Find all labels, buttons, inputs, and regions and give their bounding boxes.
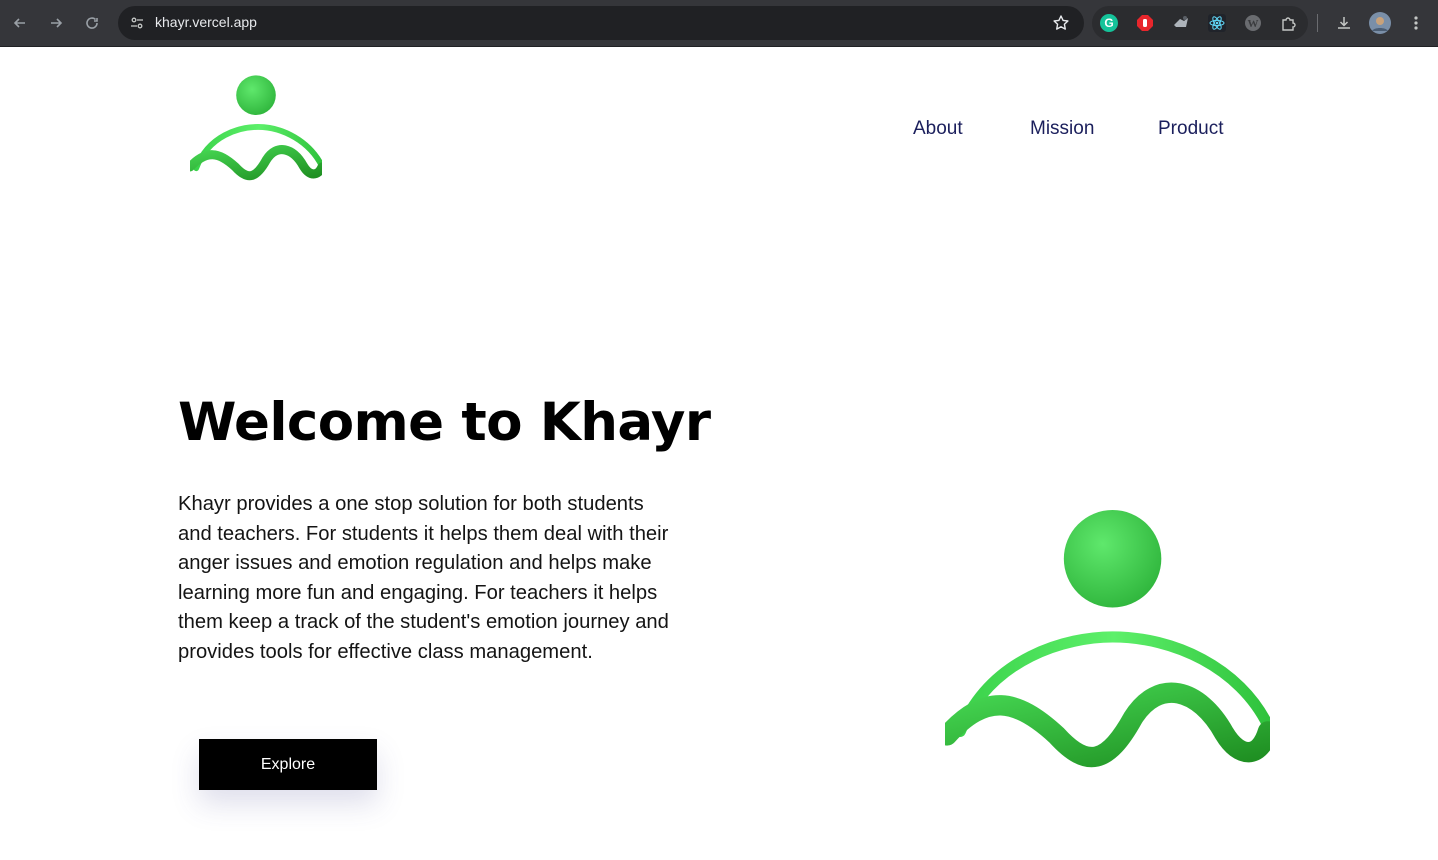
url-text[interactable]: khayr.vercel.app <box>155 14 257 30</box>
menu-dots-icon[interactable] <box>1405 12 1427 34</box>
hero-title: Welcome to Khayr <box>178 392 711 453</box>
svg-text:W: W <box>1248 18 1259 30</box>
nav-about[interactable]: About <box>913 118 963 140</box>
forward-icon[interactable] <box>45 12 67 34</box>
bookmark-star-icon[interactable] <box>1050 12 1072 34</box>
reload-icon[interactable] <box>81 12 103 34</box>
react-devtools-icon[interactable] <box>1208 14 1226 32</box>
adblock-icon[interactable] <box>1136 14 1154 32</box>
extensions-bar: G W <box>1092 6 1308 40</box>
back-icon[interactable] <box>9 12 31 34</box>
hero-logo-illustration <box>945 510 1270 768</box>
browser-toolbar: khayr.vercel.app G W <box>0 0 1438 47</box>
puzzle-icon[interactable] <box>1280 14 1298 32</box>
site-info-icon[interactable] <box>126 12 148 34</box>
address-bar[interactable]: khayr.vercel.app <box>118 6 1084 40</box>
nav-product[interactable]: Product <box>1158 118 1223 140</box>
explore-button[interactable]: Explore <box>199 739 377 790</box>
nav-mission[interactable]: Mission <box>1030 118 1094 140</box>
wordpress-icon[interactable]: W <box>1244 14 1262 32</box>
khayr-logo[interactable] <box>190 66 322 192</box>
svg-text:G: G <box>1104 16 1113 30</box>
hero-description: Khayr provides a one stop solution for b… <box>178 493 669 663</box>
toolbar-divider <box>1317 14 1318 32</box>
profile-avatar[interactable] <box>1369 12 1391 34</box>
download-icon[interactable] <box>1333 12 1355 34</box>
extension-icon[interactable] <box>1172 14 1190 32</box>
grammarly-icon[interactable]: G <box>1100 14 1118 32</box>
